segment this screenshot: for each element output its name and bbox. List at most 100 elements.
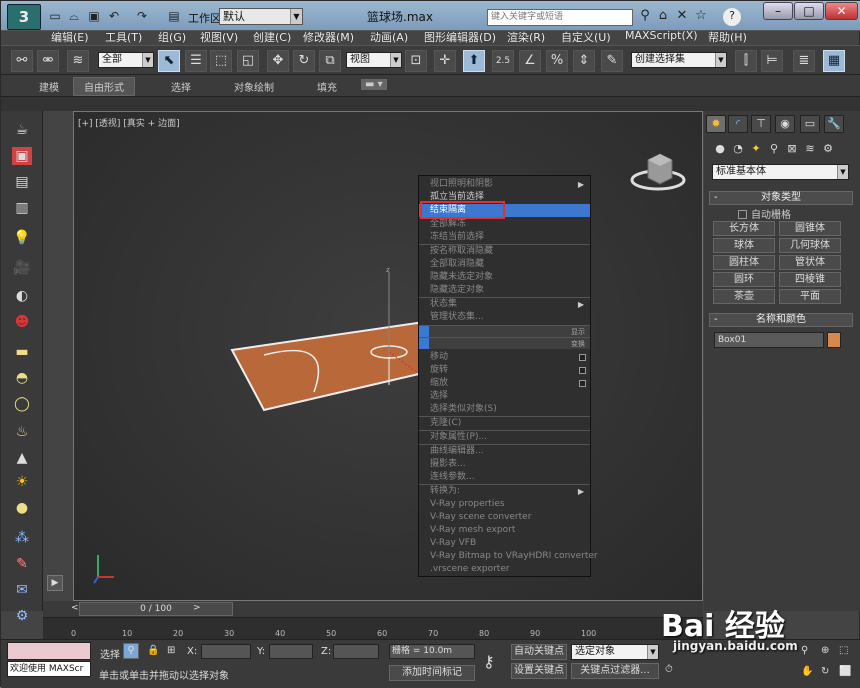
geosphere-button[interactable]: 几何球体	[779, 238, 841, 253]
ctx-vray-scene-converter[interactable]: V-Ray scene converter	[419, 511, 590, 524]
tab-freeform[interactable]: 自由形式	[73, 77, 135, 96]
window-crossing-icon[interactable]: ◱	[237, 50, 259, 72]
open-file-icon[interactable]: ⌓	[67, 9, 81, 23]
box-icon[interactable]: ▬	[12, 343, 32, 361]
mirror-icon[interactable]: ⫿	[735, 50, 757, 72]
render-icon[interactable]: ▣	[12, 147, 32, 165]
modify-tab-icon[interactable]: ◜	[728, 115, 748, 133]
auto-key-button[interactable]: 自动关键点	[511, 644, 567, 660]
select-by-name-icon[interactable]: ☰	[185, 50, 207, 72]
ctx-curve-editor[interactable]: 曲线编辑器...	[419, 445, 590, 458]
ctx-move[interactable]: 移动	[419, 351, 590, 364]
key-filters-button[interactable]: 关键点过滤器...	[571, 663, 659, 679]
zoom-extents-icon[interactable]: ⬚	[839, 645, 848, 656]
dome-icon[interactable]: ◓	[12, 369, 32, 387]
save-icon[interactable]: ▣	[87, 9, 101, 23]
sphere-icon[interactable]: ●	[12, 499, 32, 517]
menu-views[interactable]: 视图(V)	[200, 29, 238, 45]
bind-spacewarp-icon[interactable]: ≋	[67, 50, 89, 72]
help-icon[interactable]: ?	[723, 8, 741, 26]
menu-maxscript[interactable]: MAXScript(X)	[625, 29, 698, 42]
menu-customize[interactable]: 自定义(U)	[561, 29, 611, 45]
perspective-viewport[interactable]: [+] [透视] [真实 + 边面] z	[73, 111, 703, 601]
tab-selection[interactable]: 选择	[171, 79, 191, 94]
rollout-object-type[interactable]: - 对象类型	[709, 191, 853, 205]
ctx-wire-parameters[interactable]: 连线参数...	[419, 471, 590, 484]
named-selection-sets-dropdown[interactable]: 创建选择集 ▼	[631, 52, 727, 68]
ctx-select[interactable]: 选择	[419, 390, 590, 403]
spinner-snap-icon[interactable]: ⇕	[573, 50, 595, 72]
maximize-button[interactable]: □	[794, 2, 824, 20]
ctx-rotate[interactable]: 旋转	[419, 364, 590, 377]
key-filter-selection-dropdown[interactable]: 选定对象 ▼	[571, 644, 659, 660]
settings-box-icon[interactable]	[579, 367, 586, 374]
orbit-icon[interactable]: ↻	[821, 666, 829, 677]
box-button[interactable]: 长方体	[713, 221, 775, 236]
undo-icon[interactable]: ↶	[107, 9, 121, 23]
ctx-vray-vfb[interactable]: V-Ray VFB	[419, 537, 590, 550]
move-icon[interactable]: ✥	[267, 50, 289, 72]
geometry-icon[interactable]: ●	[712, 141, 728, 157]
time-config-icon[interactable]: ⏱	[665, 664, 673, 675]
manipulate-icon[interactable]: ✛	[434, 50, 456, 72]
ctx-vray-bitmap-converter[interactable]: V-Ray Bitmap to VRayHDRI converter	[419, 550, 598, 563]
cameras-icon[interactable]: ⚲	[766, 141, 782, 157]
menu-modifiers[interactable]: 修改器(M)	[303, 29, 354, 45]
ctx-vray-mesh-export[interactable]: V-Ray mesh export	[419, 524, 590, 537]
lights-icon[interactable]: ✦	[748, 141, 764, 157]
viewcube-icon[interactable]	[630, 140, 700, 200]
viewport-label[interactable]: [+] [透视] [真实 + 边面]	[78, 116, 180, 129]
expand-panel-icon[interactable]: ▶	[47, 575, 63, 591]
light-bulb-icon[interactable]: 💡	[12, 229, 32, 247]
communication-icon[interactable]: ✕	[674, 8, 690, 24]
named-selection-edit-icon[interactable]: ✎	[601, 50, 623, 72]
timeline-track[interactable]: 0 10 20 30 40 50 60 70 80 90 100	[43, 617, 703, 639]
binoculars-icon[interactable]: ⚲	[637, 8, 653, 24]
ctx-hide-unselected[interactable]: 隐藏未选定对象	[419, 271, 590, 284]
absolute-mode-icon[interactable]: ⊞	[167, 645, 175, 656]
tab-populate[interactable]: 填充	[317, 79, 337, 94]
maxscript-mini-listener[interactable]: 欢迎使用 MAXScr	[7, 661, 91, 677]
close-button[interactable]: ✕	[825, 2, 858, 20]
ctx-scale[interactable]: 缩放	[419, 377, 590, 390]
list-icon[interactable]: ▥	[12, 199, 32, 217]
rollout-name-color[interactable]: - 名称和颜色	[709, 313, 853, 327]
ctx-vray-properties[interactable]: V-Ray properties	[419, 498, 590, 511]
key-icon[interactable]: ⚷	[483, 652, 495, 671]
angle-snap-icon[interactable]: ∠	[519, 50, 541, 72]
particles-icon[interactable]: ⁂	[12, 529, 32, 547]
hierarchy-tab-icon[interactable]: ⊤	[751, 115, 771, 133]
menu-animation[interactable]: 动画(A)	[370, 29, 408, 45]
ctx-freeze-selection[interactable]: 冻结当前选择	[419, 231, 590, 244]
search-input[interactable]: 键入关键字或短语	[487, 9, 633, 26]
shell-icon[interactable]: ♨	[12, 423, 32, 441]
menu-rendering[interactable]: 渲染(R)	[507, 29, 545, 45]
teapot-button[interactable]: 茶壶	[713, 289, 775, 304]
settings-box-icon[interactable]	[579, 380, 586, 387]
teapot-icon[interactable]: ☕	[12, 121, 32, 139]
redo-icon[interactable]: ↷	[135, 9, 149, 23]
sphere-button[interactable]: 球体	[713, 238, 775, 253]
object-name-input[interactable]: Box01	[714, 332, 824, 348]
ribbon-options-icon[interactable]: ▬ ▾	[361, 79, 387, 90]
helpers-icon[interactable]: ⊠	[784, 141, 800, 157]
ctx-dope-sheet[interactable]: 摄影表...	[419, 458, 590, 471]
paint-icon[interactable]: ✎	[12, 555, 32, 573]
menu-edit[interactable]: 编辑(E)	[51, 29, 89, 45]
spacewarps-icon[interactable]: ≋	[802, 141, 818, 157]
maxscript-listener-input[interactable]	[7, 642, 91, 660]
menu-tools[interactable]: 工具(T)	[105, 29, 142, 45]
plane-button[interactable]: 平面	[779, 289, 841, 304]
cone-button[interactable]: 圆锥体	[779, 221, 841, 236]
percent-snap-icon[interactable]: %	[546, 50, 568, 72]
select-object-icon[interactable]: ⬉	[158, 50, 180, 72]
systems-icon[interactable]: ⚙	[820, 141, 836, 157]
favorites-star-icon[interactable]: ☆	[693, 8, 709, 24]
ctx-unfreeze-all[interactable]: 全部解冻	[419, 218, 590, 231]
ctx-object-properties[interactable]: 对象属性(P)...	[419, 431, 590, 444]
globe-icon[interactable]: ✉	[12, 581, 32, 599]
selection-lock-icon[interactable]: ⚲	[123, 643, 139, 659]
torus-button[interactable]: 圆环	[713, 272, 775, 287]
slider-prev-icon[interactable]: <	[71, 603, 79, 613]
ctx-vrscene-exporter[interactable]: .vrscene exporter	[419, 563, 590, 576]
